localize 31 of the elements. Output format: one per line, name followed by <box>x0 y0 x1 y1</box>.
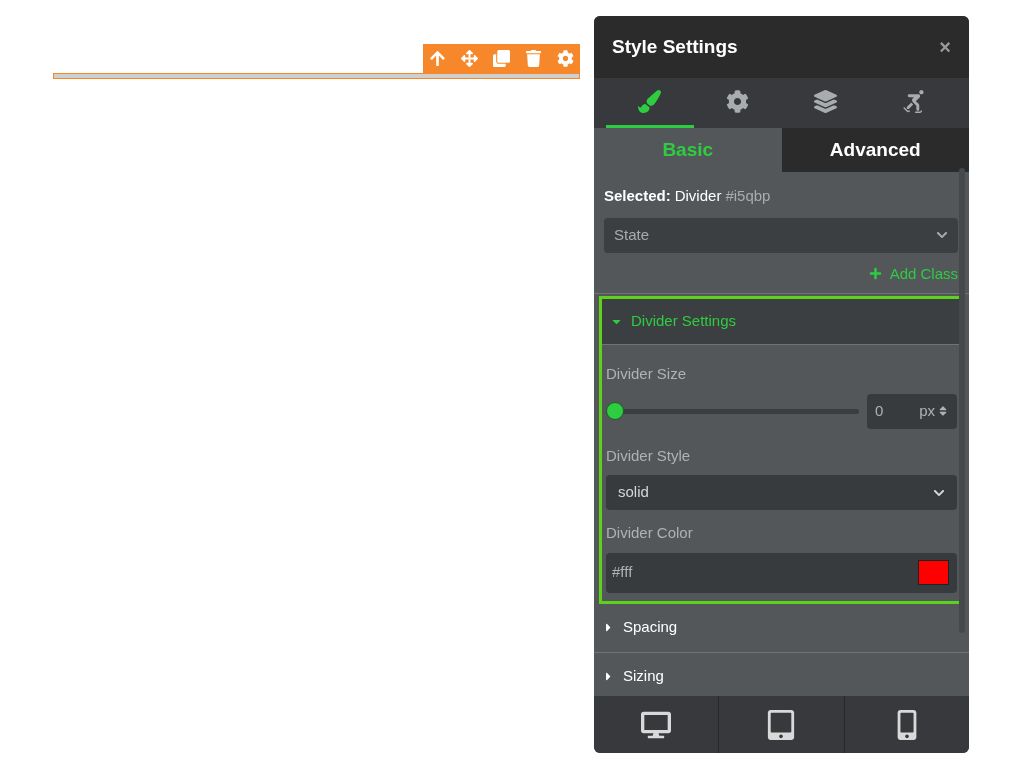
field-label: Divider Style <box>606 445 692 466</box>
layers-icon <box>813 90 837 113</box>
skater-icon <box>901 90 925 113</box>
chevron-down-icon <box>936 229 948 241</box>
state-select[interactable]: State <box>604 217 958 253</box>
add-class-button[interactable]: Add Class <box>868 262 958 285</box>
section-header[interactable]: Sizing <box>594 652 969 696</box>
plus-icon <box>868 267 882 281</box>
desktop-icon <box>641 709 672 740</box>
field-label: Divider Size <box>606 364 688 384</box>
paintbrush-icon <box>638 90 662 113</box>
selected-name: Divider <box>674 186 722 206</box>
sub-tab[interactable]: Advanced <box>781 128 969 172</box>
close-button[interactable]: × <box>939 32 951 62</box>
field-label: Divider Color <box>606 523 694 543</box>
stepper-icon[interactable] <box>937 405 949 417</box>
section-header[interactable]: Divider Settings <box>602 299 961 345</box>
selected-label: Selected: <box>604 186 671 206</box>
color-swatch[interactable] <box>918 560 949 585</box>
section-header[interactable]: Spacing <box>594 603 969 652</box>
slider[interactable] <box>606 401 859 421</box>
number-value: 0 <box>875 400 885 421</box>
color-input[interactable]: #fff <box>606 552 957 593</box>
selected-id: #i5qbp <box>725 186 771 206</box>
panel-title: Style Settings <box>612 34 738 59</box>
style-select[interactable]: solid <box>606 475 957 510</box>
slider-thumb[interactable] <box>606 402 624 420</box>
settings-icon <box>726 90 750 113</box>
number-input[interactable]: 0 px <box>867 393 957 429</box>
unit-label: px <box>919 400 935 421</box>
tablet-icon <box>766 709 797 740</box>
